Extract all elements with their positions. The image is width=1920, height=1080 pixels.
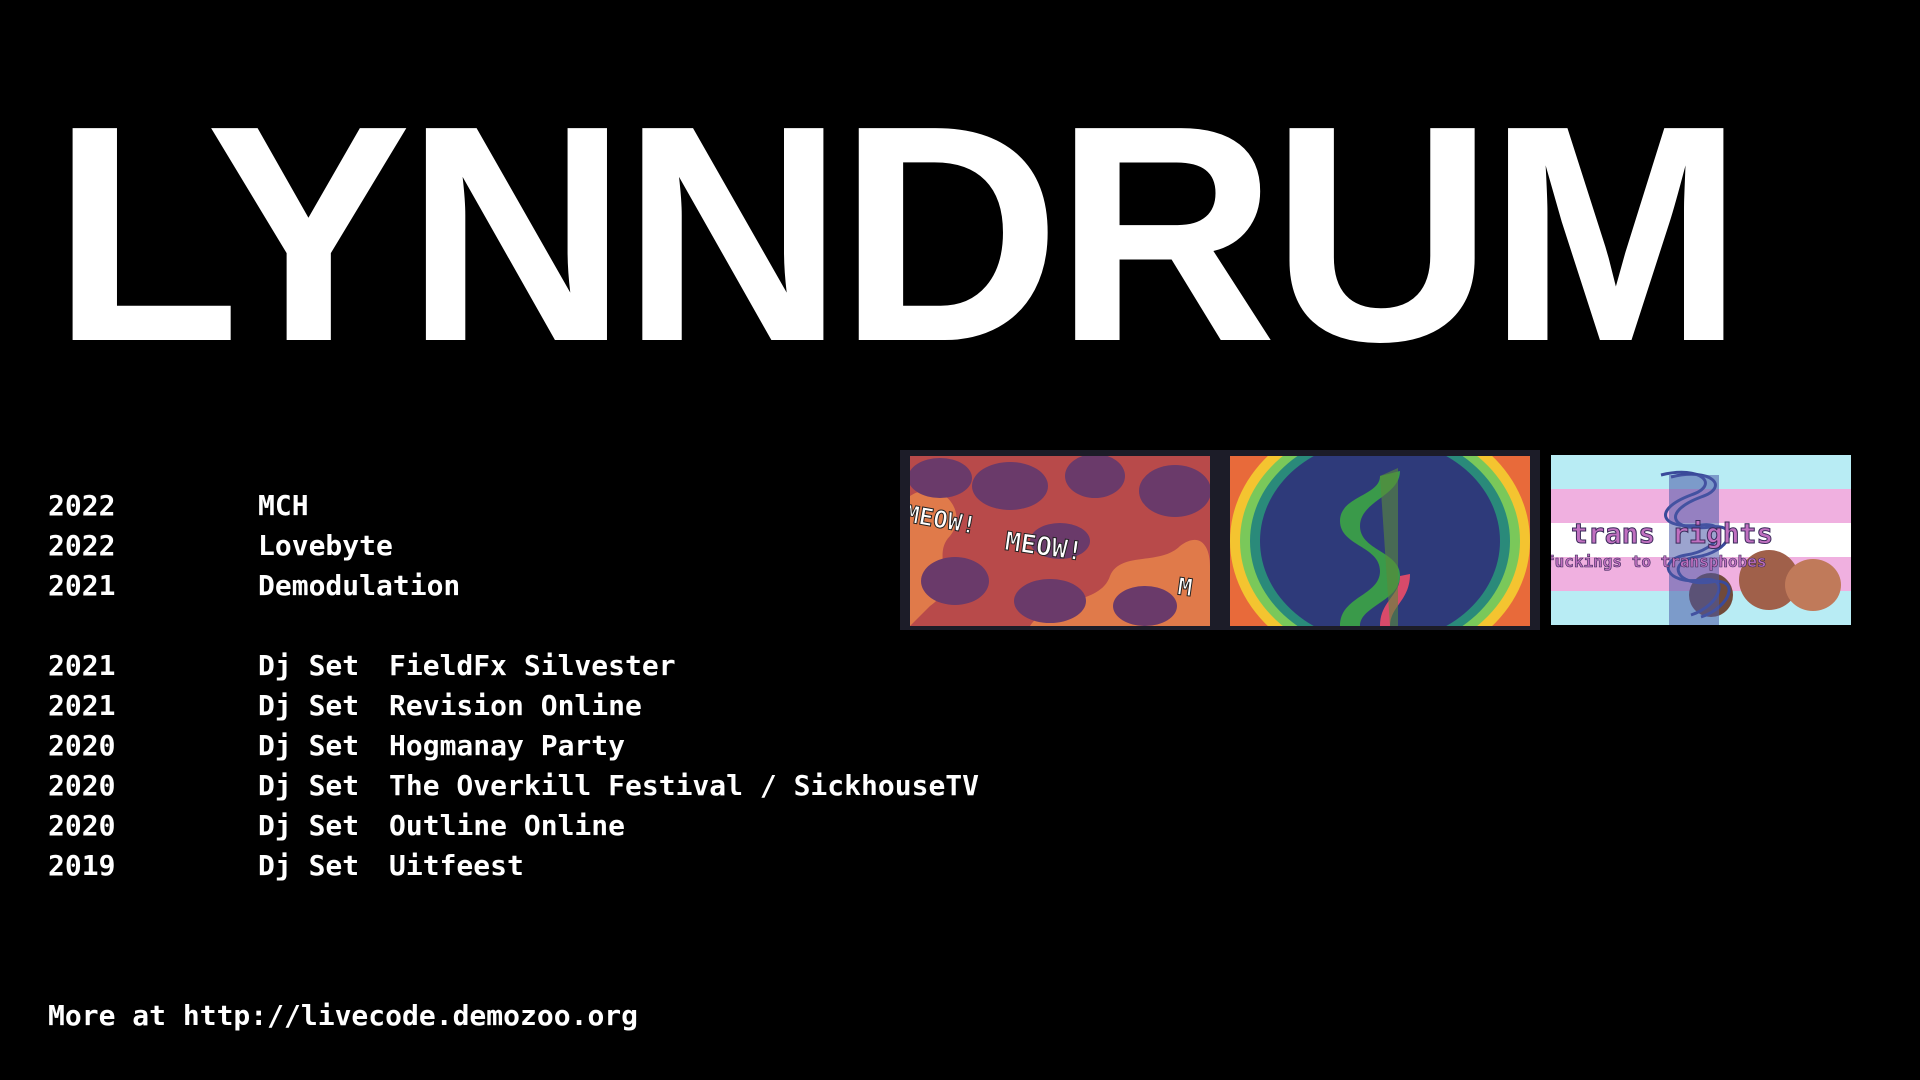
trans-rights-line-1: trans rights — [1571, 517, 1773, 550]
list-item: 2021 Dj Set Revision Online — [48, 686, 979, 726]
list-item: 2020 Dj Set Hogmanay Party — [48, 726, 979, 766]
event-year: 2020 — [48, 729, 116, 762]
event-kind: Lovebyte — [258, 529, 393, 562]
footer-link-text: More at http://livecode.demozoo.org — [48, 999, 639, 1032]
list-item: 2021 Dj Set FieldFx Silvester — [48, 646, 979, 686]
event-year: 2021 — [48, 689, 116, 722]
page-title: LYNNDRUM — [52, 62, 1744, 406]
event-year: 2021 — [48, 649, 116, 682]
spiral-artwork — [1230, 456, 1530, 626]
event-year: 2020 — [48, 809, 116, 842]
event-kind: Dj Set — [258, 649, 360, 682]
event-kind: Dj Set — [258, 689, 360, 722]
event-name: Revision Online — [389, 689, 642, 722]
thumbnail-meow: MEOW! MEOW! M — [910, 456, 1210, 626]
event-kind: Dj Set — [258, 849, 360, 882]
event-year: 2021 — [48, 569, 116, 602]
trans-rights-line-2: fuckings to transphobes — [1551, 552, 1767, 571]
event-name: The Overkill Festival / SickhouseTV — [389, 769, 980, 802]
event-name: Outline Online — [389, 809, 626, 842]
trans-rights-artwork: trans rights fuckings to transphobes — [1551, 455, 1851, 625]
event-kind: Dj Set — [258, 809, 360, 842]
event-year: 2022 — [48, 529, 116, 562]
list-item: 2022 Lovebyte — [48, 526, 979, 566]
list-item: 2021 Demodulation — [48, 566, 979, 606]
list-item: 2022 MCH — [48, 486, 979, 526]
event-kind: MCH — [258, 489, 309, 522]
thumbnail-strip: MEOW! MEOW! M trans rights fuckings to t… — [900, 450, 1851, 630]
list-item: 2020 Dj Set Outline Online — [48, 806, 979, 846]
event-name: FieldFx Silvester — [389, 649, 676, 682]
meow-artwork: MEOW! MEOW! M — [910, 456, 1210, 626]
thumbnail-spiral — [1230, 456, 1530, 626]
event-name: Uitfeest — [389, 849, 524, 882]
list-item: 2020 Dj Set The Overkill Festival / Sickho… — [48, 766, 979, 806]
event-kind: Demodulation — [258, 569, 461, 602]
event-name: Hogmanay Party — [389, 729, 626, 762]
event-list: 2022 MCH 2022 Lovebyte 2021 Demodulation 20… — [48, 486, 979, 886]
event-kind: Dj Set — [258, 769, 360, 802]
event-kind: Dj Set — [258, 729, 360, 762]
list-item: 2019 Dj Set Uitfeest — [48, 846, 979, 886]
event-year: 2019 — [48, 849, 116, 882]
thumbnail-trans-rights: trans rights fuckings to transphobes — [1551, 455, 1851, 625]
event-year: 2022 — [48, 489, 116, 522]
event-year: 2020 — [48, 769, 116, 802]
